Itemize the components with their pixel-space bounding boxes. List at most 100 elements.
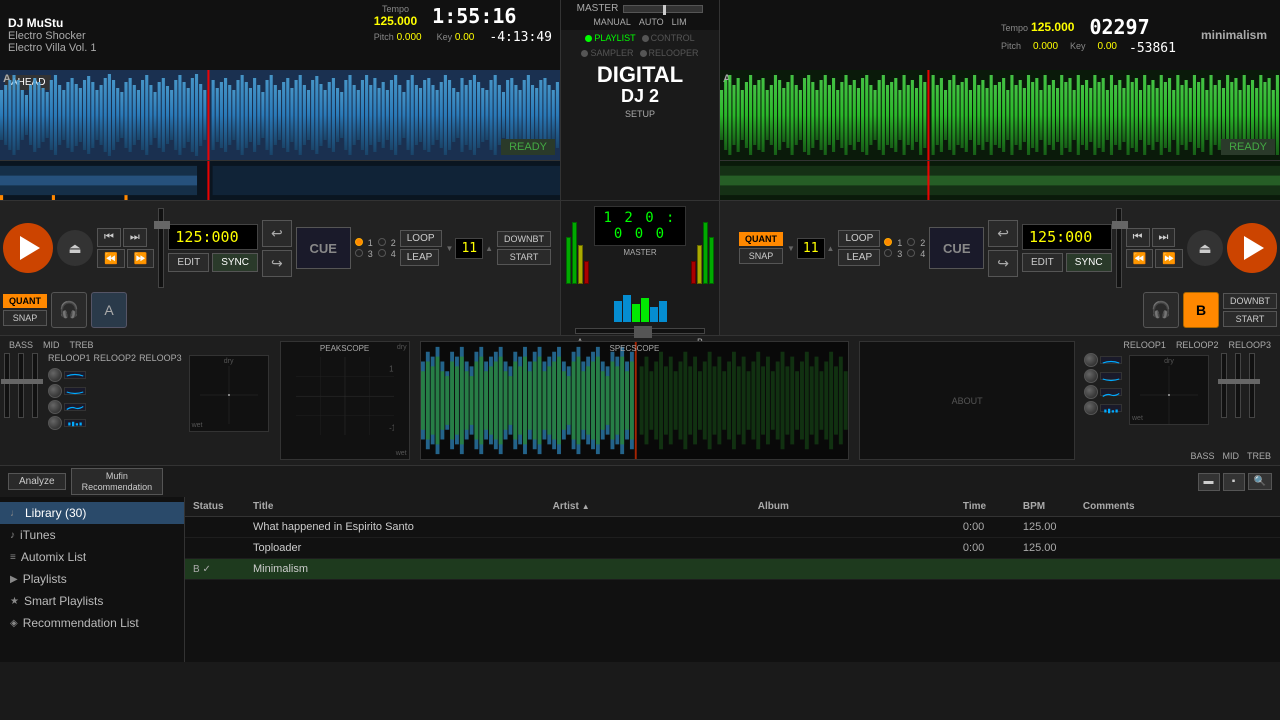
auto-btn[interactable]: AUTO — [639, 17, 664, 27]
header-album[interactable]: Album — [750, 501, 955, 512]
left-a-btn[interactable]: A — [91, 292, 127, 328]
header-artist[interactable]: Artist ▲ — [545, 501, 750, 512]
left-fx-knob-2[interactable] — [48, 384, 62, 398]
left-rew-btn[interactable]: ⏪ — [97, 249, 125, 268]
right-skip-fwd-btn[interactable]: ⏭ — [1152, 228, 1176, 247]
view-list-btn[interactable]: ▬ — [1198, 473, 1220, 491]
header-status[interactable]: Status — [185, 501, 245, 512]
right-radio-3[interactable] — [884, 249, 892, 257]
left-skip-back-btn[interactable]: ⏮ — [97, 228, 121, 247]
left-play-button[interactable] — [3, 223, 53, 273]
left-edit-btn[interactable]: EDIT — [168, 253, 209, 272]
left-start-btn[interactable]: START — [497, 249, 551, 265]
left-skip-fwd-btn[interactable]: ⏭ — [123, 228, 147, 247]
header-title[interactable]: Title — [245, 501, 545, 512]
left-channel-fader[interactable] — [154, 221, 170, 229]
right-channel-fader[interactable] — [1112, 221, 1128, 229]
mufin-btn[interactable]: MufinRecommendation — [71, 468, 164, 496]
left-loop-btn[interactable]: LOOP — [400, 230, 442, 247]
left-quant-btn[interactable]: QUANT — [3, 294, 47, 308]
left-downbt-btn[interactable]: DOWNBT — [497, 231, 551, 247]
right-b-btn[interactable]: B — [1183, 292, 1219, 328]
analyze-btn[interactable]: Analyze — [8, 473, 66, 490]
left-loop-minus[interactable]: ▼ — [446, 244, 454, 253]
right-snap-btn[interactable]: SNAP — [739, 248, 783, 264]
left-sync-btn[interactable]: SYNC — [212, 253, 258, 272]
header-time[interactable]: Time — [955, 501, 1015, 512]
left-radio-2[interactable] — [378, 238, 386, 246]
left-snap-btn[interactable]: SNAP — [3, 310, 47, 326]
left-headphone-btn[interactable]: 🎧 — [51, 292, 87, 328]
right-fx-knob-1[interactable] — [1084, 353, 1098, 367]
right-skip-back-btn[interactable]: ⏮ — [1126, 228, 1150, 247]
header-bpm[interactable]: BPM — [1015, 501, 1075, 512]
left-fx-knob-3[interactable] — [48, 400, 62, 414]
manual-btn[interactable]: MANUAL — [593, 17, 631, 27]
right-play-button[interactable] — [1227, 223, 1277, 273]
search-button[interactable]: 🔍 — [1248, 473, 1272, 490]
left-eject-button[interactable]: ⏏ — [57, 230, 93, 266]
peakscope-panel: PEAKSCOPE dry wet 1 -1 — [280, 341, 410, 460]
right-edit-btn[interactable]: EDIT — [1022, 253, 1063, 272]
right-fx-knob-3[interactable] — [1084, 385, 1098, 399]
right-start-btn[interactable]: START — [1223, 311, 1277, 327]
left-cue-button[interactable]: CUE — [296, 227, 351, 269]
left-leap-btn[interactable]: LEAP — [400, 249, 440, 266]
sidebar-item-automix[interactable]: ≡ Automix List — [0, 546, 184, 568]
left-radio-4[interactable] — [378, 249, 386, 257]
sidebar-item-smart-playlists[interactable]: ★ Smart Playlists — [0, 590, 184, 612]
relooper-btn[interactable]: RELOOPER — [649, 48, 699, 58]
left-deck-dj-name: DJ MuStu — [8, 16, 96, 30]
playlist-btn[interactable]: PLAYLIST — [594, 33, 635, 43]
left-ff-btn[interactable]: ⏩ — [127, 249, 155, 268]
left-loop-back-btn[interactable]: ↩ — [262, 220, 292, 247]
left-forward-btn[interactable]: ↪ — [262, 250, 292, 277]
right-loop-btn[interactable]: LOOP — [838, 230, 880, 247]
left-mid-slider[interactable] — [18, 353, 24, 418]
setup-btn[interactable]: SETUP — [597, 109, 683, 119]
left-bass-slider[interactable] — [4, 353, 10, 418]
right-bass-slider[interactable] — [1221, 353, 1227, 418]
right-loop-back-btn[interactable]: ↩ — [988, 220, 1018, 247]
view-grid-btn[interactable]: ▪ — [1223, 473, 1245, 491]
left-fx-knob-4[interactable] — [48, 416, 62, 430]
right-fx-knob-4[interactable] — [1084, 401, 1098, 415]
right-radio-4[interactable] — [907, 249, 915, 257]
left-fx-knob-1[interactable] — [48, 368, 62, 382]
right-sync-btn[interactable]: SYNC — [1066, 253, 1112, 272]
table-row[interactable]: What happened in Espirito Santo 0:00 125… — [185, 517, 1280, 538]
right-eject-button[interactable]: ⏏ — [1187, 230, 1223, 266]
sampler-btn[interactable]: SAMPLER — [590, 48, 633, 58]
control-btn[interactable]: CONTROL — [651, 33, 695, 43]
sidebar-item-library[interactable]: ♩ Library (30) — [0, 502, 184, 524]
right-cue-button[interactable]: CUE — [929, 227, 984, 269]
right-loop-minus[interactable]: ▼ — [787, 244, 795, 253]
sidebar-item-playlists[interactable]: ▶ Playlists — [0, 568, 184, 590]
table-row[interactable]: B ✓ Minimalism — [185, 559, 1280, 580]
right-mid-slider[interactable] — [1235, 353, 1241, 418]
table-row[interactable]: Toploader 0:00 125.00 — [185, 538, 1280, 559]
right-downbt-btn[interactable]: DOWNBT — [1223, 293, 1277, 309]
right-radio-2[interactable] — [907, 238, 915, 246]
right-radio-1[interactable] — [884, 238, 892, 246]
sidebar-item-recommendation[interactable]: ◈ Recommendation List — [0, 612, 184, 634]
left-radio-3[interactable] — [355, 249, 363, 257]
left-radio-1[interactable] — [355, 238, 363, 246]
crossfader-handle[interactable] — [634, 326, 652, 338]
right-reloop3-label: RELOOP3 — [1228, 340, 1271, 350]
right-rew-btn[interactable]: ⏪ — [1126, 249, 1154, 268]
right-forward-btn[interactable]: ↪ — [988, 250, 1018, 277]
left-treb-slider[interactable] — [32, 353, 38, 418]
right-fx-knob-2[interactable] — [1084, 369, 1098, 383]
header-comments[interactable]: Comments — [1075, 501, 1280, 512]
right-quant-btn[interactable]: QUANT — [739, 232, 783, 246]
right-leap-btn[interactable]: LEAP — [838, 249, 880, 266]
lim-btn[interactable]: LIM — [672, 17, 687, 27]
sidebar-item-itunes[interactable]: ♪ iTunes — [0, 524, 184, 546]
right-ff-btn[interactable]: ⏩ — [1155, 249, 1183, 268]
left-time-remaining: -4:13:49 — [489, 30, 552, 45]
right-treb-slider[interactable] — [1249, 353, 1255, 418]
left-loop-plus[interactable]: ▲ — [485, 244, 493, 253]
right-headphone-btn[interactable]: 🎧 — [1143, 292, 1179, 328]
right-loop-plus[interactable]: ▲ — [827, 244, 835, 253]
